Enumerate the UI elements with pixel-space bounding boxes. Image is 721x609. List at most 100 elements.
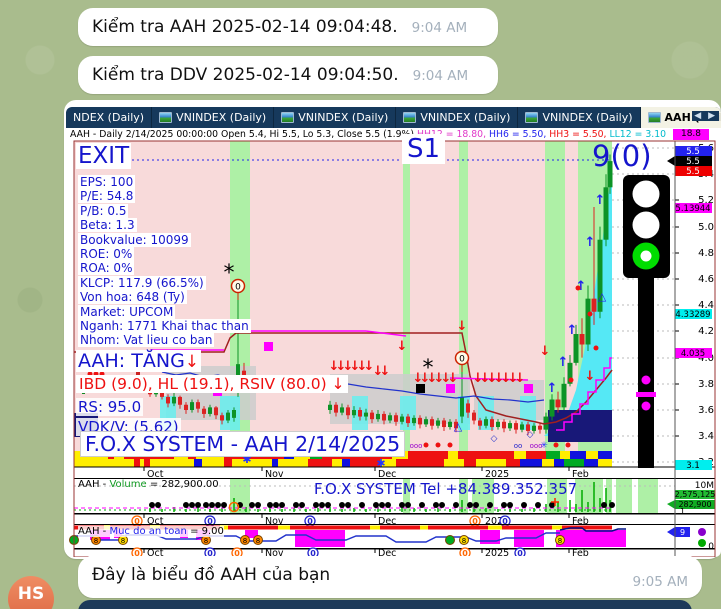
magenta-square-marker (446, 384, 455, 393)
heat-strip-segment (202, 459, 204, 467)
candle-body (328, 404, 332, 410)
candle-body (436, 420, 440, 426)
triple-circle-marker: ooo (410, 442, 423, 450)
safety-strip-segment (380, 525, 420, 530)
heat-strip-segment (444, 459, 464, 467)
red-dot (565, 442, 571, 448)
candle-body (520, 424, 524, 430)
candle-body (196, 402, 200, 409)
candle-body (424, 419, 428, 425)
message-input-bar[interactable] (78, 600, 692, 609)
chart-thumbnail-icon (281, 112, 295, 123)
axis-month-label: Nov (265, 516, 284, 527)
green-dot-marker (698, 539, 706, 547)
heat-strip-segment (542, 459, 554, 467)
candle-body (460, 396, 464, 417)
message-text: Kiểm tra DDV 2025-02-14 09:04:50. (92, 65, 399, 85)
stat-line: Market: UPCOM (78, 304, 176, 319)
red-dot (587, 311, 593, 317)
candle-body (514, 423, 518, 430)
message-bubble[interactable]: Kiểm tra DDV 2025-02-14 09:04:50. 9:04 A… (78, 56, 498, 94)
candle-body (591, 298, 597, 312)
black-square-marker (416, 384, 425, 393)
safety-strip-segment (228, 525, 278, 530)
buy-arrow-icon: ↑ (547, 381, 558, 396)
ticker-symbol: AAH - (78, 526, 110, 537)
safety-dot-label: 8 (558, 537, 562, 545)
volume-dot (345, 502, 351, 508)
safety-value: = 9.00 (186, 526, 224, 537)
stat-line: Nganh: 1771 Khai thac than (78, 319, 251, 334)
candle-body (490, 419, 494, 428)
avatar[interactable]: HS (8, 576, 54, 609)
tab-label: NDEX (Daily) (73, 111, 145, 124)
signal-count-label: 9(0) (592, 139, 652, 173)
red-dot (568, 377, 574, 383)
chart-tab[interactable]: VNINDEX (Daily) (152, 107, 275, 128)
candle-body (430, 419, 434, 426)
message-bubble[interactable]: Kiểm tra AAH 2025-02-14 09:04:48. 9:04 A… (78, 8, 498, 46)
heat-strip-segment (332, 459, 342, 467)
tab-scroll-arrows[interactable]: ◀ ▶ (692, 111, 719, 121)
volume-dot (203, 502, 209, 508)
heat-strip-segment (526, 451, 546, 459)
volume-dot (273, 502, 279, 508)
volume-dot (373, 502, 379, 508)
heat-strip-segment (570, 451, 586, 459)
candle-body (538, 425, 542, 430)
safety-strip-segment (370, 525, 380, 530)
heat-strip-segment (560, 451, 570, 459)
stat-line: Von hoa: 648 (Ty) (78, 290, 187, 305)
candle-body (202, 408, 206, 414)
red-dot (435, 442, 441, 448)
candle-body (172, 396, 176, 404)
candle-body (340, 407, 344, 413)
red-dot (575, 285, 581, 291)
safety-dot-marker (445, 535, 455, 545)
trend-text: AAH: TĂNG (78, 350, 185, 372)
volume-dot (249, 502, 255, 508)
message-bubble[interactable]: Đây là biểu đồ AAH của bạn 9:05 AM (78, 556, 702, 598)
signal-band (230, 479, 250, 514)
message-time: 9:04 AM (412, 68, 469, 84)
price-value-label: 5.13944 (675, 204, 710, 214)
traffic-light-green-center (640, 250, 652, 262)
triangle-marker: △ (598, 290, 607, 303)
volume-dot (279, 502, 285, 508)
divide-marker (641, 375, 651, 385)
heat-strip-segment (308, 459, 332, 467)
heat-strip-segment (554, 459, 564, 467)
heat-strip-segment (458, 451, 514, 459)
chart-tab[interactable]: VNINDEX (Daily) (274, 107, 397, 128)
stat-line: Bookvalue: 10099 (78, 232, 191, 247)
volume-name: Volume (109, 479, 147, 490)
volume-dot (195, 502, 201, 508)
volume-dot (439, 502, 445, 508)
heat-strip-segment (224, 459, 232, 467)
heat-strip-segment (586, 451, 598, 459)
heat-strip-segment (546, 451, 560, 459)
chart-tab[interactable]: VNINDEX (Daily) (396, 107, 519, 128)
volume-dot (359, 502, 365, 508)
magenta-square-marker (264, 342, 273, 351)
volume-dot (473, 502, 479, 508)
volume-dot (155, 502, 161, 508)
price-tick-label: 3.6 (698, 405, 714, 416)
safety-strip-segment (428, 525, 488, 530)
chart-tab[interactable]: VNINDEX (Daily) (518, 107, 641, 128)
safety-dot-label: 8 (121, 537, 125, 545)
candle-body (208, 407, 212, 414)
chart-thumbnail-icon (647, 112, 661, 123)
heat-strip-segment (140, 459, 144, 467)
chart-tab-bar: NDEX (Daily) VNINDEX (Daily) VNINDEX (Dail… (66, 107, 721, 128)
heat-strip-segment (278, 459, 308, 467)
volume-dot (419, 502, 425, 508)
price-tick-label: 3.8 (698, 379, 714, 390)
heat-strip-segment (404, 459, 444, 467)
stat-line: P/E: 54.8 (78, 189, 136, 204)
volume-dot (399, 502, 405, 508)
stock-chart-image[interactable]: NDEX (Daily) VNINDEX (Daily) VNINDEX (Dail… (66, 107, 721, 557)
chart-thumbnail-icon (159, 112, 173, 123)
sell-arrow-icon: ↓ (397, 339, 408, 354)
chart-tab[interactable]: NDEX (Daily) (66, 107, 153, 128)
